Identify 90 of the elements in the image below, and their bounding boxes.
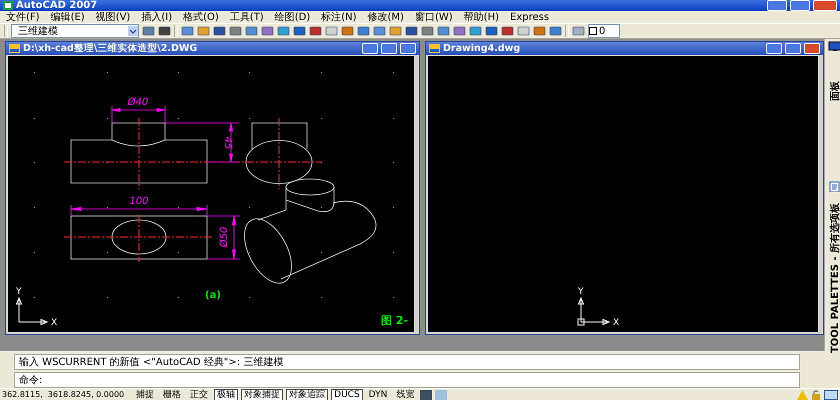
tool-icon[interactable] [181,25,194,37]
restore-button[interactable] [790,0,810,11]
minimize-button[interactable] [362,43,378,54]
tool-icon[interactable] [533,25,546,37]
status-toggle[interactable]: 对象追踪 [286,389,328,400]
dimension-label: Ø50 [219,226,230,248]
tool-icon[interactable] [437,25,450,37]
drawing-window-title: Drawing4.dwg [443,43,522,54]
tool-icon[interactable] [158,25,171,37]
tool-icon[interactable] [469,25,482,37]
drawing-window-title: D:\xh-cad整理\三维实体造型\2.DWG [23,42,198,55]
ucs-axes-icon [16,296,48,326]
menu-item[interactable]: 标注(N) [321,10,357,24]
tool-icon[interactable] [229,25,242,37]
close-button[interactable] [400,43,416,54]
axis-label: Y [578,287,584,297]
tool-icon[interactable] [325,25,338,37]
minimize-button[interactable] [766,43,782,54]
status-toggle[interactable]: 对象捕捉 [241,389,284,400]
window-title: AutoCAD 2007 [16,0,98,11]
tool-icon[interactable] [485,25,498,37]
maximize-button[interactable] [381,43,397,54]
tool-icon[interactable] [373,25,386,37]
axis-label: X [51,318,58,328]
menu-item[interactable]: Express [510,12,550,22]
tool-icon[interactable] [213,25,226,37]
close-button[interactable] [813,0,837,11]
tool-icon[interactable] [453,25,466,37]
lock-icon[interactable] [811,390,821,400]
tool-icon[interactable] [517,25,530,37]
status-toggle[interactable]: 栅格 [160,389,184,400]
status-toggle[interactable]: 正交 [187,389,212,400]
tool-icon[interactable] [572,25,585,37]
drawing-file-icon [429,44,440,53]
status-toggle[interactable]: 线宽 [393,389,418,400]
menu-item[interactable]: 视图(V) [96,10,130,24]
maximize-button[interactable] [785,43,801,54]
tool-icon[interactable] [389,25,402,37]
tool-icon[interactable] [341,25,354,37]
tool-icon[interactable] [245,25,258,37]
close-button[interactable] [804,43,820,54]
status-toggle[interactable]: DYN [366,389,390,400]
window-icon[interactable] [824,390,838,400]
app-logo-icon [3,1,13,10]
workspace-dropdown[interactable]: 三维建模 [11,24,139,38]
menu-item[interactable]: 帮助(H) [464,10,499,24]
command-input[interactable]: 命令: [14,372,800,388]
dimension-label: 100 [129,196,149,207]
palette-tab[interactable]: 面板 [828,81,840,102]
minimize-button[interactable] [767,0,787,11]
ucs-axes-icon [578,296,610,326]
monitor-icon[interactable] [828,41,840,51]
tool-icon[interactable] [277,25,290,37]
tool-icon[interactable] [421,25,434,37]
status-toggle[interactable]: 捕捉 [133,389,158,400]
menu-item[interactable]: 编辑(E) [50,10,85,24]
drawing-file-icon [9,44,20,53]
menu-item[interactable]: 窗口(W) [414,10,453,24]
tool-icon[interactable] [357,25,370,37]
tool-icon[interactable] [549,25,562,37]
tool-icon[interactable] [501,25,514,37]
layer-name: 0 [599,26,606,36]
command-history: 输入 WSCURRENT 的新值 <"AutoCAD 经典">: 三维建模 [14,354,800,370]
status-toggle[interactable]: DUCS [331,389,363,400]
tool-icon[interactable] [197,25,210,37]
tool-icon[interactable] [293,25,306,37]
palette-tab[interactable]: TOOL PALETTES - 所有选项板 [828,203,840,354]
figure-label: 图 2- [381,314,408,327]
menu-item[interactable]: 插入(I) [141,10,172,24]
model-icon[interactable] [420,390,432,400]
side-view-drawing [246,122,312,184]
axis-label: X [613,318,620,328]
tool-icon[interactable] [261,25,274,37]
caption-label: (a) [205,290,221,301]
menu-item[interactable]: 修改(M) [368,10,404,24]
menu-item[interactable]: 工具(T) [230,10,264,24]
dimension-label: Ø40 [128,97,148,108]
document-icon[interactable] [829,181,840,192]
menu-item[interactable]: 格式(O) [183,10,219,24]
dimension-label: 45 [222,136,233,150]
square-icon [589,27,597,35]
status-toggle[interactable]: 极轴 [214,389,238,400]
tool-icon[interactable] [309,25,322,37]
menu-item[interactable]: 绘图(D) [274,10,310,24]
layer-dropdown[interactable]: 0 [588,24,620,38]
tool-icon[interactable] [142,25,155,37]
axis-label: Y [16,287,22,297]
tool-icon[interactable] [405,25,418,37]
menu-item[interactable]: 文件(F) [6,10,40,24]
coordinates-readout: 362.8115, 3618.8245, 0.0000 [2,390,124,400]
